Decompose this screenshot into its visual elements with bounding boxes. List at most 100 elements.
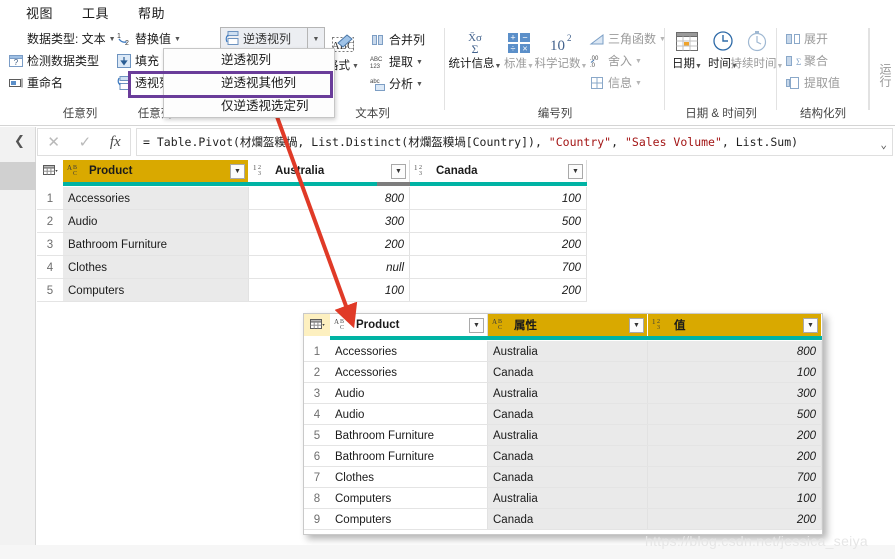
table-row[interactable]: 1 Accessories Australia 800 [304, 341, 822, 362]
dropdown-item-3[interactable]: 仅逆透视选定列 [164, 95, 334, 118]
unpivot-dropdown-menu[interactable]: 逆透视列 逆透视其他列 仅逆透视选定列 [163, 48, 335, 118]
data-type-button[interactable]: 数据类型: 文本 ▼ [6, 29, 118, 48]
rounding-button[interactable]: .00.0 舍入 ▼ [587, 51, 644, 70]
table-row[interactable]: 2 Accessories Canada 100 [304, 362, 822, 383]
merge-columns-button[interactable]: 合并列 [368, 30, 427, 49]
extract-values-button[interactable]: 提取值 [783, 73, 842, 92]
table-cell[interactable]: Bathroom Furniture [63, 233, 249, 256]
table-cell[interactable]: Audio [330, 383, 488, 404]
dropdown-item-1[interactable]: 逆透视列 [164, 49, 334, 72]
table-row[interactable]: 4 Clothes null 700 [37, 256, 587, 279]
unpivot-column-split-button[interactable]: 逆透视列 [220, 27, 308, 49]
table-row[interactable]: 8 Computers Australia 100 [304, 488, 822, 509]
statistics-button[interactable]: X̄σ Σ 统计信息▼ [449, 28, 502, 70]
column-header-1[interactable]: A B C Product ▼ [330, 314, 488, 336]
result-data-grid[interactable]: A B C Product ▼ A B C 属性 ▼ 1 2 3 值 ▼ 1 Accessories Austra… [303, 313, 823, 535]
table-cell[interactable]: 700 [410, 256, 587, 279]
table-cell[interactable]: 100 [648, 488, 822, 509]
grid-corner-button[interactable] [37, 160, 63, 182]
dropdown-item-2[interactable]: 逆透视其他列 [164, 72, 334, 95]
table-row[interactable]: 3 Bathroom Furniture 200 200 [37, 233, 587, 256]
column-filter-button[interactable]: ▼ [803, 317, 818, 333]
column-header-1[interactable]: A B C Product ▼ [63, 160, 249, 182]
table-cell[interactable]: Australia [488, 383, 648, 404]
table-cell[interactable]: Bathroom Furniture [330, 425, 488, 446]
table-cell[interactable]: 800 [648, 341, 822, 362]
column-filter-button[interactable]: ▼ [568, 163, 583, 179]
table-cell[interactable]: 500 [410, 210, 587, 233]
table-cell[interactable]: Clothes [63, 256, 249, 279]
table-cell[interactable]: 500 [648, 404, 822, 425]
table-cell[interactable]: Australia [488, 488, 648, 509]
standard-button[interactable]: + − ÷ × 标准▼ [502, 28, 536, 71]
column-header-3[interactable]: 1 2 3 Canada ▼ [410, 160, 587, 182]
column-header-2[interactable]: A B C 属性 ▼ [488, 314, 648, 336]
table-row[interactable]: 3 Audio Australia 300 [304, 383, 822, 404]
parse-button[interactable]: abc 分析 ▼ [368, 74, 425, 93]
table-cell[interactable]: Canada [488, 446, 648, 467]
grid-corner-button[interactable] [304, 314, 330, 336]
column-filter-button[interactable]: ▼ [469, 317, 484, 333]
source-data-grid[interactable]: A B C Product ▼ 1 2 3 Australia ▼ 1 2 3 Canada ▼ 1 Acces… [37, 160, 587, 302]
table-cell[interactable]: Accessories [330, 362, 488, 383]
table-cell[interactable]: Australia [488, 341, 648, 362]
table-cell[interactable]: Audio [330, 404, 488, 425]
table-cell[interactable]: Canada [488, 509, 648, 530]
run-script-button[interactable]: 运行 [875, 62, 895, 88]
table-row[interactable]: 6 Bathroom Furniture Canada 200 [304, 446, 822, 467]
table-cell[interactable]: 100 [249, 279, 410, 302]
table-cell[interactable]: Computers [63, 279, 249, 302]
menu-item-1[interactable]: 视图 [26, 3, 53, 22]
table-cell[interactable]: null [249, 256, 410, 279]
detect-data-type-button[interactable]: ? 检测数据类型 [6, 51, 101, 70]
table-cell[interactable]: 200 [410, 233, 587, 256]
expand-button[interactable]: 展开 [783, 29, 830, 48]
rail-selected-block[interactable] [0, 162, 36, 190]
formula-input[interactable]: = Table.Pivot(材爛盔糢堝, List.Distinct(材爛盔糢堝… [136, 128, 893, 156]
table-cell[interactable]: Clothes [330, 467, 488, 488]
table-cell[interactable]: Computers [330, 488, 488, 509]
column-filter-button[interactable]: ▼ [629, 317, 644, 333]
column-header-2[interactable]: 1 2 3 Australia ▼ [249, 160, 410, 182]
table-cell[interactable]: 100 [410, 187, 587, 210]
table-cell[interactable]: 200 [249, 233, 410, 256]
accept-icon[interactable]: ✓ [79, 133, 92, 151]
menu-item-2[interactable]: 工具 [82, 3, 109, 22]
column-filter-button[interactable]: ▼ [391, 163, 406, 179]
table-cell[interactable]: 300 [648, 383, 822, 404]
table-cell[interactable]: Canada [488, 362, 648, 383]
table-row[interactable]: 5 Bathroom Furniture Australia 200 [304, 425, 822, 446]
date-button[interactable]: 日期▼ [671, 28, 703, 70]
table-row[interactable]: 9 Computers Canada 200 [304, 509, 822, 530]
table-cell[interactable]: 800 [249, 187, 410, 210]
replace-values-button[interactable]: 12 替换值 ▼ [114, 29, 183, 48]
trigonometry-button[interactable]: 三角函数 ▼ [587, 29, 668, 48]
table-cell[interactable]: Audio [63, 210, 249, 233]
table-cell[interactable]: Canada [488, 404, 648, 425]
expand-queries-pane-icon[interactable]: ❮ [14, 133, 25, 149]
table-cell[interactable]: 200 [410, 279, 587, 302]
scientific-button[interactable]: 10 2 科学记数▼ [535, 28, 588, 70]
table-cell[interactable]: Australia [488, 425, 648, 446]
table-row[interactable]: 2 Audio 300 500 [37, 210, 587, 233]
table-cell[interactable]: 100 [648, 362, 822, 383]
rename-button[interactable]: 重命名 [6, 73, 65, 92]
table-cell[interactable]: Accessories [330, 341, 488, 362]
table-cell[interactable]: Canada [488, 467, 648, 488]
table-row[interactable]: 4 Audio Canada 500 [304, 404, 822, 425]
table-cell[interactable]: 300 [249, 210, 410, 233]
table-row[interactable]: 1 Accessories 800 100 [37, 187, 587, 210]
chevron-down-icon[interactable]: ⌄ [880, 138, 887, 151]
menu-item-3[interactable]: 帮助 [138, 3, 165, 22]
cancel-icon[interactable]: ✕ [47, 133, 60, 151]
fx-icon[interactable]: fx [110, 134, 121, 151]
duration-button[interactable]: 持续时间▼ [731, 28, 783, 70]
table-row[interactable]: 7 Clothes Canada 700 [304, 467, 822, 488]
table-cell[interactable]: Accessories [63, 187, 249, 210]
extract-button[interactable]: ABC 123 提取 ▼ [368, 52, 425, 71]
aggregate-button[interactable]: Σ 聚合 [783, 51, 830, 70]
information-button[interactable]: 信息 ▼ [587, 73, 644, 92]
table-cell[interactable]: 200 [648, 425, 822, 446]
table-cell[interactable]: 200 [648, 446, 822, 467]
table-cell[interactable]: 200 [648, 509, 822, 530]
